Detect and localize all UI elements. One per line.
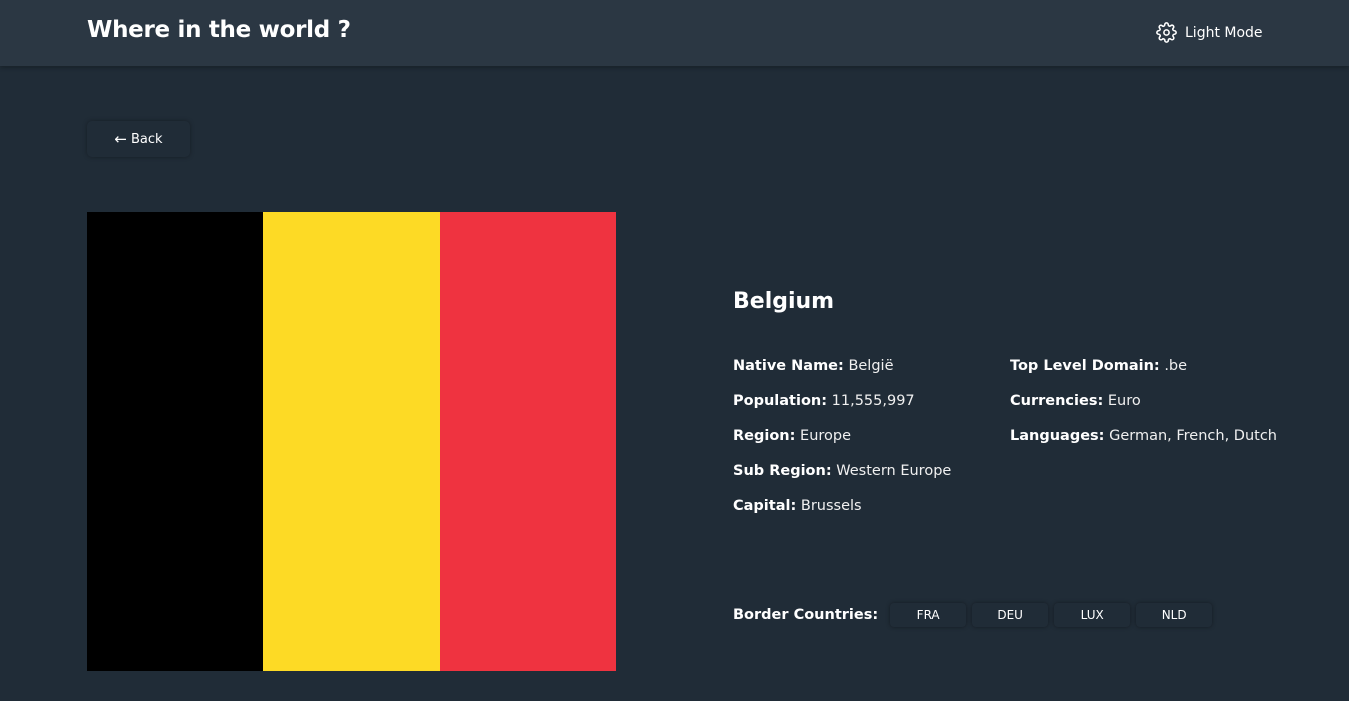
top-bar: Where in the world ? Light Mode (0, 0, 1349, 66)
languages-row: Languages: German, French, Dutch (1010, 426, 1277, 461)
population-label: Population: (733, 393, 828, 409)
details-left-column: Native Name: België Population: 11,555,9… (733, 356, 951, 531)
native-name-row: Native Name: België (733, 356, 951, 391)
native-name-value: België (848, 358, 894, 374)
population-value: 11,555,997 (831, 393, 915, 409)
currencies-value: Euro (1107, 393, 1141, 409)
country-flag (87, 212, 616, 671)
currencies-label: Currencies: (1010, 393, 1104, 409)
region-value: Europe (800, 428, 852, 444)
border-country-button[interactable]: NLD (1136, 603, 1213, 627)
gear-icon (1156, 22, 1177, 43)
app-title: Where in the world ? (87, 17, 351, 43)
capital-row: Capital: Brussels (733, 496, 951, 531)
arrow-left-icon: ← (114, 129, 127, 148)
theme-toggle-button[interactable]: Light Mode (1156, 22, 1263, 43)
flag-stripe-red (439, 212, 616, 671)
capital-label: Capital: (733, 498, 797, 514)
back-button-label: Back (131, 131, 163, 147)
back-button[interactable]: ← Back (87, 121, 190, 157)
languages-label: Languages: (1010, 428, 1105, 444)
capital-value: Brussels (800, 498, 862, 514)
border-country-button[interactable]: LUX (1054, 603, 1131, 627)
top-level-domain-value: .be (1164, 358, 1188, 374)
theme-toggle-label: Light Mode (1185, 24, 1263, 41)
region-label: Region: (733, 428, 796, 444)
currencies-row: Currencies: Euro (1010, 391, 1277, 426)
border-country-button[interactable]: DEU (972, 603, 1049, 627)
top-level-domain-label: Top Level Domain: (1010, 358, 1160, 374)
border-countries: Border Countries: FRA DEU LUX NLD (733, 603, 1218, 627)
border-countries-label: Border Countries: (733, 607, 879, 623)
flag-stripe-black (87, 212, 264, 671)
country-name: Belgium (733, 289, 835, 314)
sub-region-value: Western Europe (836, 463, 952, 479)
native-name-label: Native Name: (733, 358, 844, 374)
languages-value: German, French, Dutch (1109, 428, 1277, 444)
region-row: Region: Europe (733, 426, 951, 461)
top-level-domain-row: Top Level Domain: .be (1010, 356, 1277, 391)
flag-stripe-yellow (263, 212, 440, 671)
sub-region-row: Sub Region: Western Europe (733, 461, 951, 496)
sub-region-label: Sub Region: (733, 463, 832, 479)
population-row: Population: 11,555,997 (733, 391, 951, 426)
border-country-button[interactable]: FRA (890, 603, 967, 627)
details-right-column: Top Level Domain: .be Currencies: Euro L… (1010, 356, 1277, 461)
